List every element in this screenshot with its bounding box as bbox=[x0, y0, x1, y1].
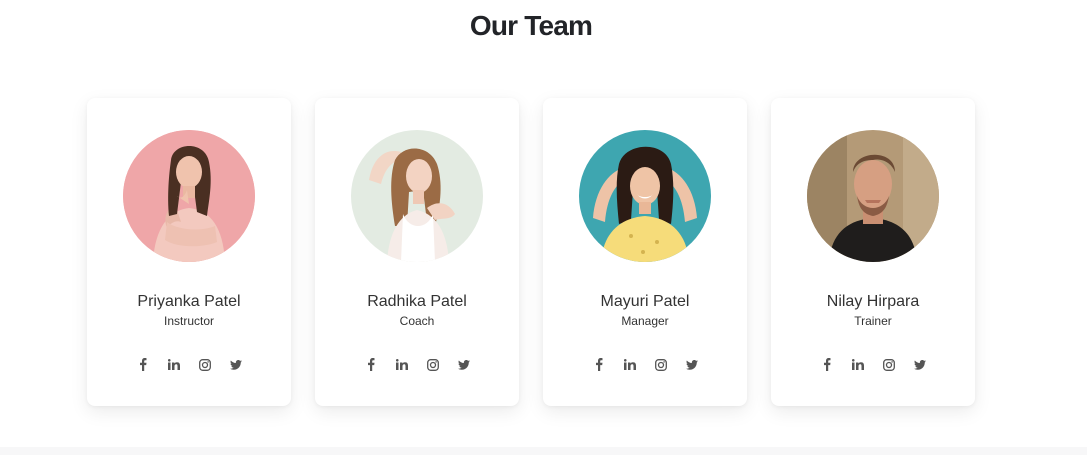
member-role: Manager bbox=[621, 314, 669, 328]
instagram-icon[interactable] bbox=[425, 357, 440, 372]
member-name: Nilay Hirpara bbox=[826, 293, 920, 310]
twitter-icon[interactable] bbox=[684, 357, 699, 372]
facebook-icon[interactable] bbox=[363, 357, 378, 372]
member-name: Priyanka Patel bbox=[137, 293, 241, 310]
linkedin-icon[interactable] bbox=[394, 357, 409, 372]
facebook-icon[interactable] bbox=[591, 357, 606, 372]
linkedin-icon[interactable] bbox=[166, 357, 181, 372]
member-name: Radhika Patel bbox=[367, 293, 467, 310]
twitter-icon[interactable] bbox=[912, 357, 927, 372]
social-links bbox=[315, 357, 519, 372]
facebook-icon[interactable] bbox=[819, 357, 834, 372]
footer-band bbox=[0, 447, 1087, 455]
twitter-icon[interactable] bbox=[456, 357, 471, 372]
section-title: Our Team bbox=[469, 10, 593, 41]
instagram-icon[interactable] bbox=[881, 357, 896, 372]
social-links bbox=[771, 357, 975, 372]
team-card: Radhika Patel Coach bbox=[315, 98, 519, 406]
avatar bbox=[807, 130, 939, 262]
instagram-icon[interactable] bbox=[653, 357, 668, 372]
linkedin-icon[interactable] bbox=[850, 357, 865, 372]
team-card: Nilay Hirpara Trainer bbox=[771, 98, 975, 406]
instagram-icon[interactable] bbox=[197, 357, 212, 372]
avatar bbox=[579, 130, 711, 262]
member-role: Trainer bbox=[854, 314, 892, 328]
avatar bbox=[351, 130, 483, 262]
team-grid: Priyanka Patel Instructor Radhika Patel … bbox=[87, 98, 975, 406]
avatar bbox=[123, 130, 255, 262]
linkedin-icon[interactable] bbox=[622, 357, 637, 372]
social-links bbox=[543, 357, 747, 372]
facebook-icon[interactable] bbox=[135, 357, 150, 372]
member-role: Instructor bbox=[163, 314, 214, 328]
member-name: Mayuri Patel bbox=[600, 293, 690, 310]
social-links bbox=[87, 357, 291, 372]
team-card: Mayuri Patel Manager bbox=[543, 98, 747, 406]
twitter-icon[interactable] bbox=[228, 357, 243, 372]
team-card: Priyanka Patel Instructor bbox=[87, 98, 291, 406]
member-role: Coach bbox=[399, 314, 435, 328]
